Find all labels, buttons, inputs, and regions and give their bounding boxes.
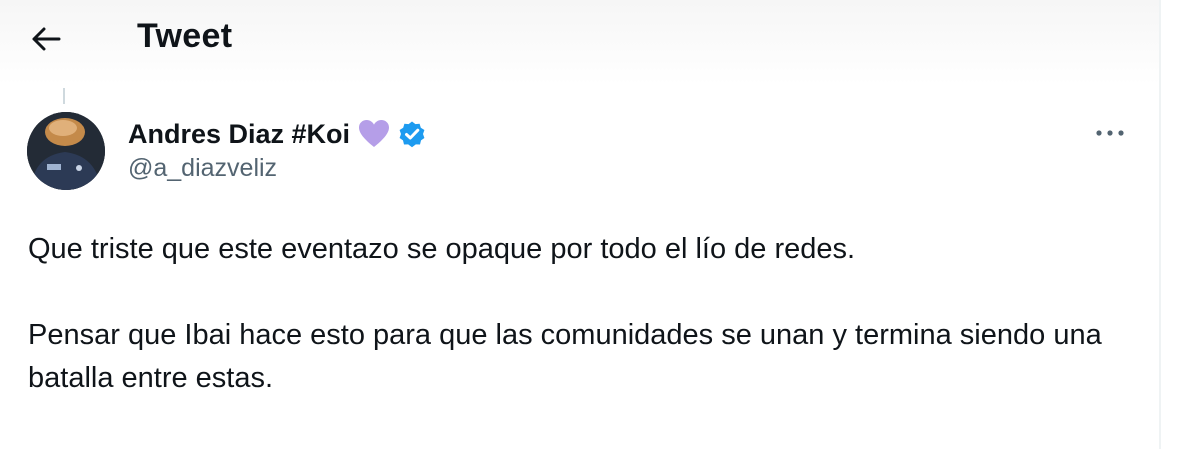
back-button[interactable]	[22, 18, 70, 60]
verified-badge-icon[interactable]	[397, 119, 427, 149]
arrow-left-icon	[32, 27, 61, 51]
thread-connector-line	[63, 88, 65, 104]
column-divider	[1159, 0, 1161, 449]
author-display-name[interactable]: Andres Diaz #Koi	[128, 119, 350, 150]
tweet-paragraph: Que triste que este eventazo se opaque p…	[28, 233, 856, 265]
tweet-paragraph: Pensar que Ibai hace esto para que las c…	[28, 319, 1102, 394]
page-title: Tweet	[137, 17, 233, 55]
more-options-button[interactable]	[1088, 120, 1132, 146]
tweet-text: Que triste que este eventazo se opaque p…	[28, 228, 1138, 400]
page-header: Tweet	[0, 0, 1159, 80]
more-horizontal-icon	[1096, 130, 1124, 136]
author-handle[interactable]: @a_diazveliz	[128, 154, 427, 183]
profile-photo	[27, 112, 105, 190]
author-name-row: Andres Diaz #Koi	[128, 116, 427, 152]
avatar[interactable]	[27, 112, 105, 190]
purple-heart-icon	[359, 120, 390, 147]
tweet-author: Andres Diaz #Koi @a_diazveliz	[128, 116, 427, 183]
